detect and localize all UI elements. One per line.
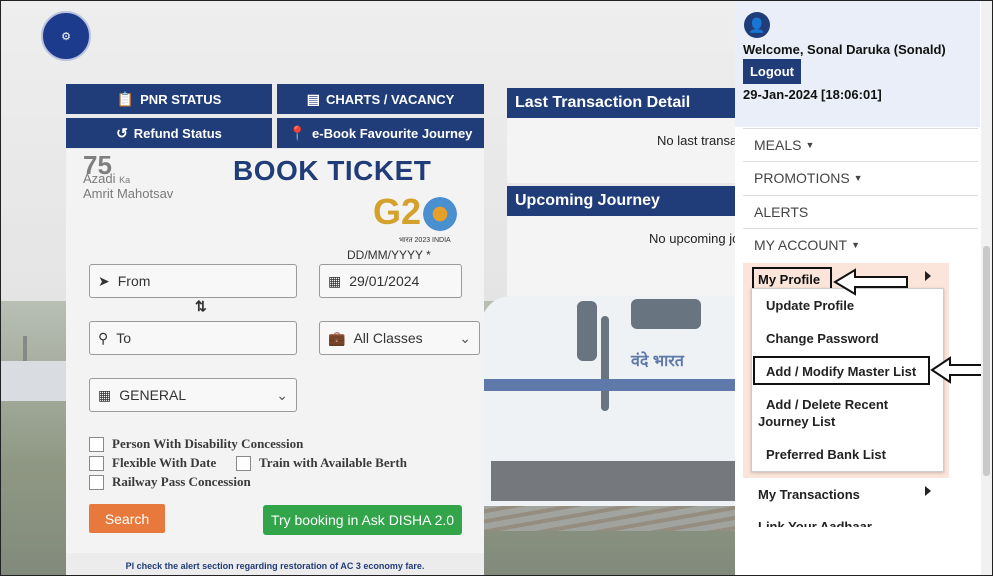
checkbox-box[interactable] xyxy=(89,455,104,471)
alert-notice[interactable]: Pl check the alert section regarding res… xyxy=(66,553,484,575)
ask-disha-button[interactable]: Try booking in Ask DISHA 2.0 xyxy=(263,505,462,535)
caret-down-icon: ▼ xyxy=(805,140,815,150)
welcome-text: Welcome, Sonal Daruka (Sonald) xyxy=(743,42,946,57)
search-button[interactable]: Search xyxy=(89,504,165,533)
refund-icon: ↺ xyxy=(116,124,128,141)
charts-vacancy-button[interactable]: ▤ CHARTS / VACANCY xyxy=(277,84,484,114)
azadi-line1: Azadi Ka xyxy=(83,171,131,186)
grid-icon: ▦ xyxy=(98,386,112,403)
menu-promotions-label: PROMOTIONS xyxy=(754,170,850,186)
irctc-logo[interactable]: ⚙ xyxy=(41,11,91,61)
refund-status-label: Refund Status xyxy=(133,125,222,141)
azadi-ka-amrit-mahotsav-logo: 75 Azadi Ka Amrit Mahotsav xyxy=(83,152,174,201)
ebook-favourite-journey-button[interactable]: 📍 e-Book Favourite Journey xyxy=(277,118,484,148)
last-transaction-body: No last transaction xyxy=(507,118,737,183)
scrollbar-thumb[interactable] xyxy=(983,246,990,476)
from-station-input[interactable]: ➤ From xyxy=(89,264,297,298)
azadi-line2: Amrit Mahotsav xyxy=(83,186,174,201)
recent-journey-list-item-line2[interactable]: Journey List xyxy=(758,414,835,429)
class-value: All Classes xyxy=(353,330,423,346)
date-value: 29/01/2024 xyxy=(349,273,420,289)
g20-logo: G2 xyxy=(373,191,458,233)
checkbox-box[interactable] xyxy=(89,436,104,452)
menu-meals[interactable]: MEALS ▼ xyxy=(743,128,978,161)
menu-alerts-label: ALERTS xyxy=(754,204,809,220)
menu-my-account[interactable]: MY ACCOUNT ▼ xyxy=(743,228,978,261)
update-profile-item[interactable]: Update Profile xyxy=(766,298,854,313)
g20-caption: भारत 2023 INDIA xyxy=(399,237,451,244)
annotation-arrow-icon xyxy=(833,268,908,296)
link-aadhaar-menu-item[interactable]: Link Your Aadhaar xyxy=(758,520,872,527)
chevron-down-icon: ⌄ xyxy=(276,387,288,403)
charts-vacancy-label: CHARTS / VACANCY xyxy=(325,91,455,107)
quota-value: GENERAL xyxy=(119,387,187,403)
book-ticket-title: BOOK TICKET xyxy=(233,155,432,186)
refund-status-button[interactable]: ↺ Refund Status xyxy=(66,118,272,148)
upcoming-journey-body: No upcoming journey xyxy=(507,216,737,296)
logout-button[interactable]: Logout xyxy=(743,59,801,84)
location-pin-icon: 📍 xyxy=(288,124,307,141)
user-avatar-icon[interactable]: 👤 xyxy=(744,12,770,38)
upcoming-journey-header: Upcoming Journey xyxy=(507,186,737,216)
calendar-icon: ▦ xyxy=(328,272,342,289)
menu-my-account-label: MY ACCOUNT xyxy=(754,237,848,253)
change-password-item[interactable]: Change Password xyxy=(766,331,879,346)
flexible-date-checkbox[interactable]: Flexible With Date xyxy=(89,455,216,471)
class-select[interactable]: 💼 All Classes ⌄ xyxy=(319,321,480,355)
pnr-status-button[interactable]: 📋 PNR STATUS xyxy=(66,84,272,114)
to-placeholder: To xyxy=(116,330,132,346)
date-format-hint: DD/MM/YYYY * xyxy=(347,248,431,262)
quota-select[interactable]: ▦ GENERAL ⌄ xyxy=(89,378,297,412)
journey-date-input[interactable]: ▦ 29/01/2024 xyxy=(319,264,462,298)
checkbox-box[interactable] xyxy=(236,455,251,471)
annotation-arrow-icon xyxy=(930,356,985,384)
pnr-status-label: PNR STATUS xyxy=(140,91,222,107)
last-transaction-header: Last Transaction Detail xyxy=(507,88,737,118)
available-berth-label: Train with Available Berth xyxy=(259,455,407,470)
my-transactions-menu-item[interactable]: My Transactions xyxy=(758,487,860,502)
menu-meals-label: MEALS xyxy=(754,137,802,153)
menu-promotions[interactable]: PROMOTIONS ▼ xyxy=(743,161,978,194)
railway-pass-label: Railway Pass Concession xyxy=(112,474,251,489)
available-berth-checkbox[interactable]: Train with Available Berth xyxy=(236,455,407,471)
chevron-down-icon: ⌄ xyxy=(459,330,471,346)
swap-stations-icon[interactable]: ⇅ xyxy=(195,298,207,315)
to-station-input[interactable]: ⚲ To xyxy=(89,321,297,355)
menu-alerts[interactable]: ALERTS xyxy=(743,195,978,228)
map-marker-icon: ⚲ xyxy=(98,329,109,346)
recent-journey-list-item-line1[interactable]: Add / Delete Recent xyxy=(766,397,888,412)
clipboard-icon: 📋 xyxy=(116,90,135,107)
chart-icon: ▤ xyxy=(306,90,320,107)
preferred-bank-list-item[interactable]: Preferred Bank List xyxy=(766,447,886,462)
from-placeholder: From xyxy=(117,273,151,289)
caret-right-icon xyxy=(925,486,931,496)
add-modify-master-list-item[interactable]: Add / Modify Master List xyxy=(766,364,916,379)
ebook-favourite-label: e-Book Favourite Journey xyxy=(312,125,473,141)
flexible-label: Flexible With Date xyxy=(112,455,217,470)
caret-right-icon xyxy=(925,271,931,281)
session-datetime: 29-Jan-2024 [18:06:01] xyxy=(743,87,882,102)
briefcase-icon: 💼 xyxy=(328,329,346,346)
screenshot-frame: वंदे भारत ⚙ 📋 PNR STATUS ▤ CHARTS / VACA… xyxy=(0,0,993,576)
navigation-arrow-icon: ➤ xyxy=(98,272,110,289)
disability-label: Person With Disability Concession xyxy=(112,436,304,451)
checkbox-box[interactable] xyxy=(89,474,104,490)
caret-down-icon: ▼ xyxy=(853,173,863,183)
caret-down-icon: ▼ xyxy=(851,240,861,250)
railway-pass-checkbox[interactable]: Railway Pass Concession xyxy=(89,474,251,490)
disability-concession-checkbox[interactable]: Person With Disability Concession xyxy=(89,436,303,452)
